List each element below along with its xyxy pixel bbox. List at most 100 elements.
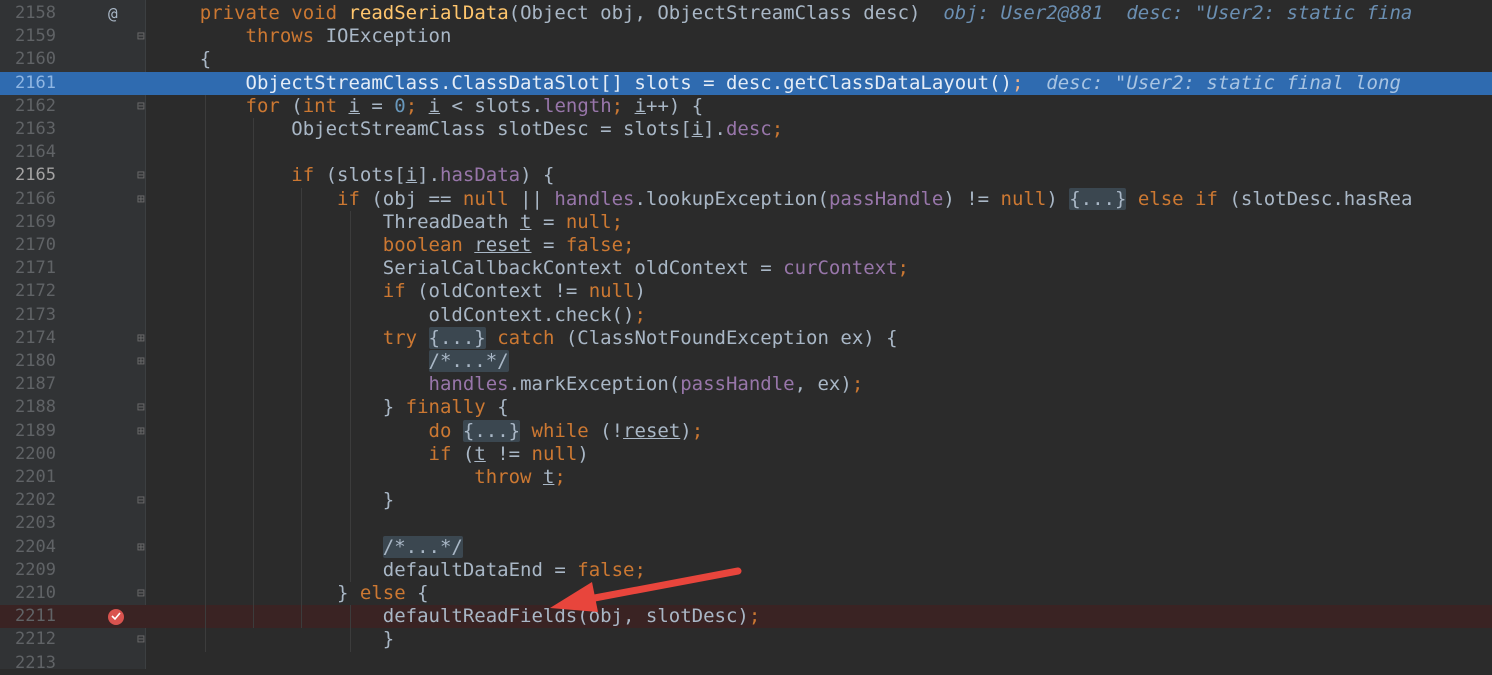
line-number[interactable]: 2180	[0, 350, 56, 373]
code-text[interactable]: } finally {	[154, 396, 509, 419]
line-number[interactable]: 2159	[0, 25, 56, 48]
code-text[interactable]: ObjectStreamClass slotDesc = slots[i].de…	[154, 118, 783, 141]
code-text[interactable]: SerialCallbackContext oldContext = curCo…	[154, 257, 909, 280]
line-number[interactable]: 2204	[0, 536, 56, 559]
line-number[interactable]: 2162	[0, 95, 56, 118]
fold-end-icon[interactable]: ⊟	[137, 628, 145, 651]
code-line[interactable]: 2161 ObjectStreamClass.ClassDataSlot[] s…	[0, 71, 1492, 95]
code-line[interactable]: 2158 @ private void readSerialData(Object…	[0, 2, 1492, 25]
code-line[interactable]: 2171 SerialCallbackContext oldContext = …	[0, 257, 1492, 280]
line-number[interactable]: 2202	[0, 489, 56, 512]
line-number[interactable]: 2189	[0, 420, 56, 443]
code-line[interactable]: 2164	[0, 141, 1492, 164]
code-text[interactable]: ThreadDeath t = null;	[154, 211, 623, 234]
code-line[interactable]: 2200 if (t != null)	[0, 443, 1492, 466]
line-number[interactable]: 2172	[0, 280, 56, 303]
code-line[interactable]: 2201 throw t;	[0, 466, 1492, 489]
folded-region[interactable]: /*...*/	[382, 535, 463, 558]
code-text[interactable]: throws IOException	[154, 25, 452, 48]
line-number[interactable]: 2187	[0, 373, 56, 396]
code-text[interactable]: }	[154, 489, 394, 512]
code-line[interactable]: 2169 ThreadDeath t = null;	[0, 211, 1492, 234]
line-number[interactable]: 2163	[0, 118, 56, 141]
line-number[interactable]: 2170	[0, 234, 56, 257]
code-line[interactable]: 2212 ⊟ }	[0, 628, 1492, 651]
fold-collapse-icon[interactable]: ⊟	[137, 95, 145, 118]
code-token: throws	[245, 25, 326, 48]
line-number[interactable]: 2161	[0, 72, 56, 95]
folded-region[interactable]: {...}	[1069, 187, 1127, 210]
fold-expand-icon[interactable]: ⊞	[137, 188, 145, 211]
fold-collapse-icon[interactable]: ⊟	[137, 582, 145, 605]
code-line[interactable]: 2173 oldContext.check();	[0, 304, 1492, 327]
line-number[interactable]: 2212	[0, 628, 56, 651]
fold-collapse-icon[interactable]: ⊟	[137, 25, 145, 48]
line-number[interactable]: 2160	[0, 48, 56, 71]
code-editor[interactable]: 2158 @ private void readSerialData(Object…	[0, 0, 1492, 673]
code-line[interactable]: 2204 ⊞ /*...*/	[0, 535, 1492, 559]
code-text[interactable]: for (int i = 0; i < slots.length; i++) {	[154, 95, 704, 118]
line-number[interactable]: 2203	[0, 512, 56, 535]
folded-region[interactable]: {...}	[462, 419, 521, 442]
code-line[interactable]: 2172 if (oldContext != null)	[0, 280, 1492, 303]
fold-end-icon[interactable]: ⊟	[137, 489, 145, 512]
line-number[interactable]: 2173	[0, 304, 56, 327]
line-number[interactable]: 2200	[0, 443, 56, 466]
line-number[interactable]: 2166	[0, 188, 56, 211]
fold-expand-icon[interactable]: ⊞	[137, 350, 145, 373]
code-line[interactable]: 2213	[0, 652, 1492, 675]
line-number[interactable]: 2211	[0, 605, 56, 628]
code-line[interactable]: 2180 ⊞ /*...*/	[0, 350, 1492, 373]
line-number[interactable]: 2188	[0, 396, 56, 419]
code-line[interactable]: 2187 handles.markException(passHandle, e…	[0, 373, 1492, 396]
code-text[interactable]: /*...*/	[154, 535, 463, 559]
code-line[interactable]: 2189 ⊞ do {...} while (!reset);	[0, 419, 1492, 443]
code-text[interactable]: handles.markException(passHandle, ex);	[154, 373, 864, 396]
line-number[interactable]: 2165	[0, 164, 56, 187]
code-text[interactable]: boolean reset = false;	[154, 234, 635, 257]
line-number[interactable]: 2210	[0, 582, 56, 605]
code-text[interactable]: private void readSerialData(Object obj, …	[154, 2, 1413, 25]
code-token: .lookupException(	[634, 187, 829, 210]
fold-collapse-icon[interactable]: ⊟	[137, 164, 145, 187]
code-text[interactable]: if (oldContext != null)	[154, 280, 646, 303]
code-line[interactable]: 2203	[0, 512, 1492, 535]
code-line[interactable]: 2162 ⊟ for (int i = 0; i < slots.length; …	[0, 95, 1492, 118]
code-text[interactable]: oldContext.check();	[154, 304, 646, 327]
line-number[interactable]: 2209	[0, 559, 56, 582]
code-line[interactable]: 2159 ⊟ throws IOException	[0, 25, 1492, 48]
code-text[interactable]: /*...*/	[154, 350, 509, 373]
line-number[interactable]: 2213	[0, 652, 56, 675]
line-number[interactable]: 2164	[0, 141, 56, 164]
code-line[interactable]: 2165 ⊟ if (slots[i].hasData) {	[0, 164, 1492, 187]
code-text[interactable]: throw t;	[154, 466, 566, 489]
folded-region[interactable]: /*...*/	[428, 350, 509, 372]
code-text[interactable]: ObjectStreamClass.ClassDataSlot[] slots …	[154, 72, 1401, 95]
code-line[interactable]: 2163 ObjectStreamClass slotDesc = slots[…	[0, 118, 1492, 141]
code-text[interactable]: {	[154, 48, 211, 71]
override-at-icon[interactable]: @	[108, 2, 118, 25]
code-text[interactable]: try {...} catch (ClassNotFoundException …	[154, 326, 898, 350]
line-number[interactable]: 2169	[0, 211, 56, 234]
fold-end-icon[interactable]: ⊟	[137, 396, 145, 419]
code-text[interactable]: if (obj == null || handles.lookupExcepti…	[154, 187, 1412, 211]
code-text[interactable]: if (t != null)	[154, 443, 589, 466]
code-text[interactable]: if (slots[i].hasData) {	[154, 164, 554, 187]
code-line[interactable]: 2202 ⊟ }	[0, 489, 1492, 512]
fold-expand-icon[interactable]: ⊞	[137, 536, 145, 559]
fold-expand-icon[interactable]: ⊞	[137, 327, 145, 350]
code-text[interactable]: do {...} while (!reset);	[154, 419, 703, 443]
code-line[interactable]: 2174 ⊞ try {...} catch (ClassNotFoundExce…	[0, 326, 1492, 350]
code-text[interactable]: } else {	[154, 582, 429, 605]
line-number[interactable]: 2174	[0, 327, 56, 350]
folded-region[interactable]: {...}	[428, 326, 486, 349]
code-line[interactable]: 2188 ⊟ } finally {	[0, 396, 1492, 419]
code-line[interactable]: 2166 ⊞ if (obj == null || handles.lookupE…	[0, 187, 1492, 211]
line-number[interactable]: 2158	[0, 2, 56, 25]
fold-expand-icon[interactable]: ⊞	[137, 420, 145, 443]
code-text[interactable]: }	[154, 628, 394, 651]
code-line[interactable]: 2170 boolean reset = false;	[0, 234, 1492, 257]
line-number[interactable]: 2171	[0, 257, 56, 280]
line-number[interactable]: 2201	[0, 466, 56, 489]
code-line[interactable]: 2160 {	[0, 48, 1492, 71]
